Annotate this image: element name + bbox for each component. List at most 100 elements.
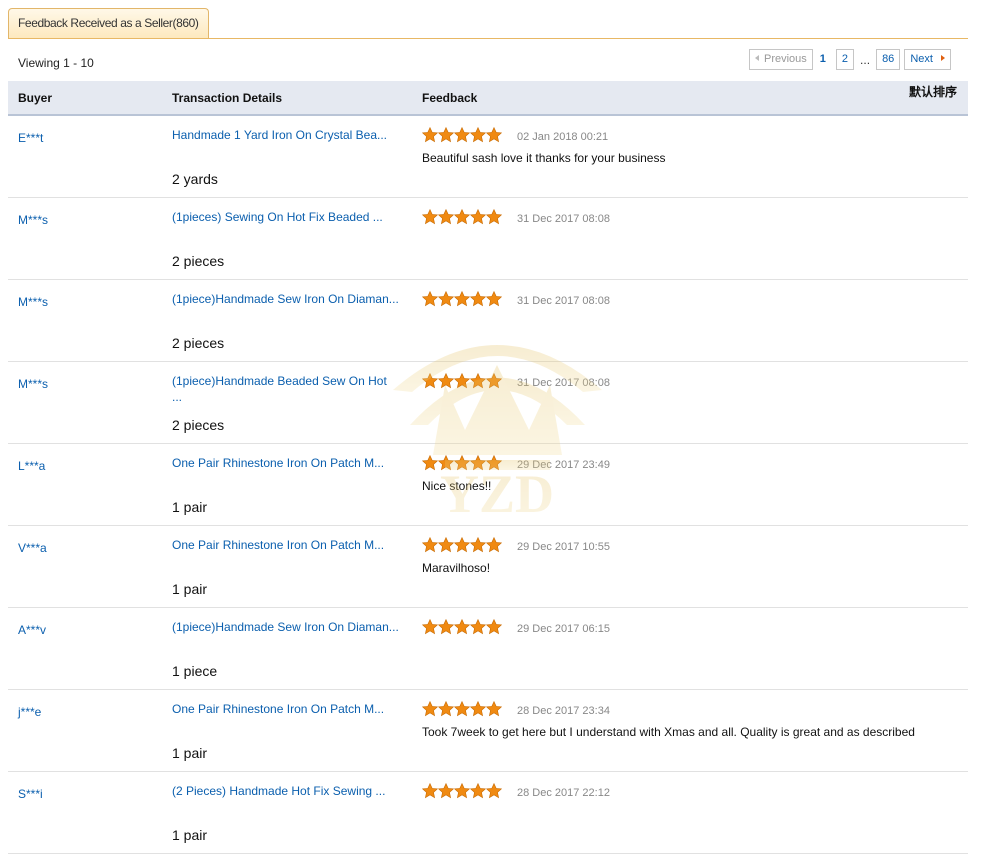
chevron-left-icon (755, 55, 759, 61)
quantity: 2 yards (172, 171, 218, 187)
star-icon (470, 783, 486, 799)
star-icon (454, 291, 470, 307)
star-rating (422, 537, 502, 553)
quantity: 1 pair (172, 827, 208, 843)
star-icon (422, 619, 438, 635)
next-page-button[interactable]: Next (904, 49, 951, 70)
buyer-link[interactable]: M***s (18, 377, 48, 391)
star-icon (422, 701, 438, 717)
table-row: V***a One Pair Rhinestone Iron On Patch M… (8, 526, 968, 608)
feedback-date: 28 Dec 2017 22:12 (517, 787, 610, 799)
feedback-date: 31 Dec 2017 08:08 (517, 377, 610, 389)
column-feedback: Feedback (422, 91, 478, 105)
page-2[interactable]: 2 (835, 49, 855, 70)
product-link[interactable]: One Pair Rhinestone Iron On Patch M... (172, 455, 400, 471)
page-last[interactable]: 86 (876, 49, 901, 70)
table-row: A***v (1piece)Handmade Sew Iron On Diaman… (8, 608, 968, 690)
feedback-comment: Took 7week to get here but I understand … (422, 725, 915, 739)
star-icon (454, 619, 470, 635)
star-icon (454, 537, 470, 553)
star-icon (422, 373, 438, 389)
product-link[interactable]: (1piece)Handmade Sew Iron On Diaman... (172, 619, 400, 635)
star-icon (470, 701, 486, 717)
star-rating (422, 619, 502, 635)
quantity: 1 pair (172, 581, 208, 597)
star-icon (438, 537, 454, 553)
previous-page-button[interactable]: Previous (749, 49, 813, 70)
product-link[interactable]: One Pair Rhinestone Iron On Patch M... (172, 537, 400, 553)
buyer-link[interactable]: V***a (18, 541, 47, 555)
star-icon (438, 127, 454, 143)
quantity: 1 pair (172, 745, 208, 761)
star-icon (470, 127, 486, 143)
star-icon (438, 455, 454, 471)
sort-default-button[interactable]: 默认排序 (909, 83, 957, 100)
product-link[interactable]: (1piece)Handmade Beaded Sew On Hot ... (172, 373, 400, 405)
product-link[interactable]: Handmade 1 Yard Iron On Crystal Bea... (172, 127, 400, 143)
star-rating (422, 373, 502, 389)
tab-feedback-received[interactable]: Feedback Received as a Seller(860) (8, 8, 209, 38)
buyer-link[interactable]: j***e (18, 705, 41, 719)
feedback-date: 31 Dec 2017 08:08 (517, 213, 610, 225)
star-icon (438, 619, 454, 635)
star-rating (422, 127, 502, 143)
star-icon (422, 291, 438, 307)
quantity: 2 pieces (172, 253, 225, 269)
buyer-link[interactable]: S***i (18, 787, 43, 801)
star-icon (486, 209, 502, 225)
product-link[interactable]: (1pieces) Sewing On Hot Fix Beaded ... (172, 209, 400, 225)
star-rating (422, 701, 502, 717)
star-icon (454, 701, 470, 717)
feedback-date: 31 Dec 2017 08:08 (517, 295, 610, 307)
buyer-link[interactable]: M***s (18, 295, 48, 309)
star-icon (422, 127, 438, 143)
table-row: E***t Handmade 1 Yard Iron On Crystal Bea… (8, 116, 968, 198)
feedback-comment: Maravilhoso! (422, 561, 491, 575)
star-icon (438, 209, 454, 225)
star-icon (486, 291, 502, 307)
star-icon (438, 291, 454, 307)
chevron-right-icon (940, 55, 945, 61)
product-link[interactable]: (1piece)Handmade Sew Iron On Diaman... (172, 291, 400, 307)
page-1[interactable]: 1 (816, 50, 832, 69)
star-icon (470, 373, 486, 389)
tab-bar: Feedback Received as a Seller(860) (8, 0, 968, 39)
star-icon (454, 783, 470, 799)
product-link[interactable]: One Pair Rhinestone Iron On Patch M... (172, 701, 400, 717)
buyer-link[interactable]: L***a (18, 459, 45, 473)
star-icon (470, 455, 486, 471)
buyer-link[interactable]: A***v (18, 623, 46, 637)
star-rating (422, 783, 502, 799)
feedback-date: 02 Jan 2018 00:21 (517, 131, 609, 143)
star-icon (454, 127, 470, 143)
star-icon (486, 373, 502, 389)
star-icon (470, 537, 486, 553)
table-row: M***s (1pieces) Sewing On Hot Fix Beaded … (8, 198, 968, 280)
previous-label: Previous (764, 53, 807, 65)
star-icon (422, 783, 438, 799)
star-icon (422, 455, 438, 471)
star-rating (422, 209, 502, 225)
table-row: S***i (2 Pieces) Handmade Hot Fix Sewing … (8, 772, 968, 854)
buyer-link[interactable]: E***t (18, 131, 43, 145)
star-rating (422, 291, 502, 307)
star-icon (454, 373, 470, 389)
star-icon (438, 373, 454, 389)
pagination: Previous 1 2 ... 86 Next (749, 49, 955, 70)
viewing-range: Viewing 1 - 10 (18, 56, 94, 70)
quantity: 1 piece (172, 663, 218, 679)
feedback-date: 29 Dec 2017 06:15 (517, 623, 610, 635)
star-icon (486, 783, 502, 799)
star-icon (486, 127, 502, 143)
next-label: Next (910, 53, 933, 65)
star-icon (470, 619, 486, 635)
star-icon (486, 701, 502, 717)
product-link[interactable]: (2 Pieces) Handmade Hot Fix Sewing ... (172, 783, 400, 799)
star-icon (454, 209, 470, 225)
buyer-link[interactable]: M***s (18, 213, 48, 227)
star-icon (422, 209, 438, 225)
star-icon (470, 209, 486, 225)
table-header: Buyer Transaction Details Feedback (8, 81, 968, 116)
star-icon (486, 619, 502, 635)
feedback-comment: Beautiful sash love it thanks for your b… (422, 151, 666, 165)
